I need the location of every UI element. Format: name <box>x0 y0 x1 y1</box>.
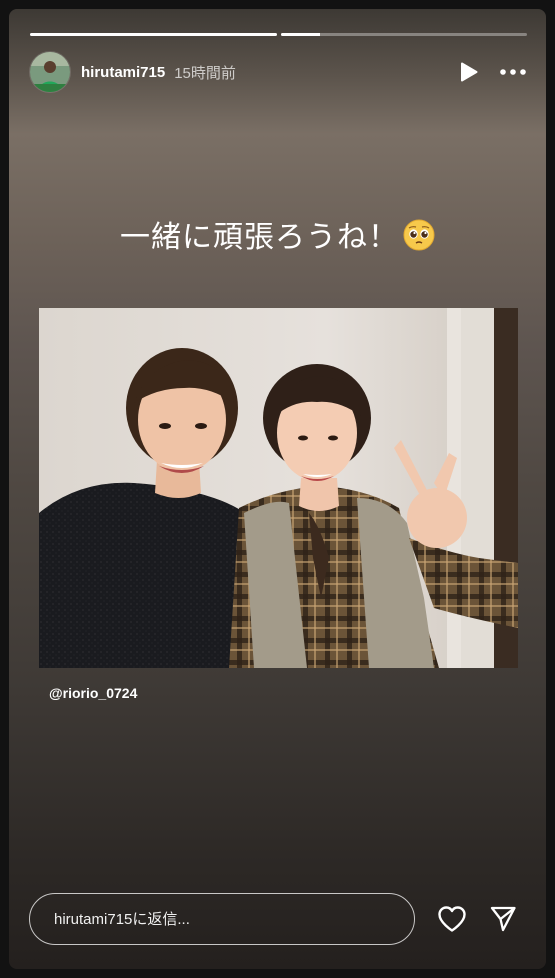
story-photo <box>39 308 518 668</box>
story-timestamp: 15時間前 <box>174 64 236 82</box>
story-footer <box>29 892 526 946</box>
send-icon[interactable] <box>489 905 517 933</box>
story-header: hirutami715 15時間前 <box>29 51 526 93</box>
story-viewer: hirutami715 15時間前 一緒に頑張ろうね！ @riorio_0724… <box>9 9 546 969</box>
more-icon[interactable] <box>500 69 526 75</box>
story-progress <box>30 33 527 36</box>
reply-input[interactable] <box>29 893 415 945</box>
pleading-face-emoji <box>403 219 435 259</box>
play-icon[interactable] <box>460 62 478 82</box>
username[interactable]: hirutami715 <box>81 64 165 81</box>
avatar[interactable] <box>29 51 71 93</box>
heart-icon[interactable] <box>437 905 467 933</box>
caption-text: 一緒に頑張ろうね！ <box>120 220 399 255</box>
progress-segment <box>30 33 277 36</box>
progress-segment <box>280 33 527 36</box>
story-caption: 一緒に頑張ろうね！ <box>9 212 546 259</box>
mention-tag[interactable]: @riorio_0724 <box>49 685 137 701</box>
